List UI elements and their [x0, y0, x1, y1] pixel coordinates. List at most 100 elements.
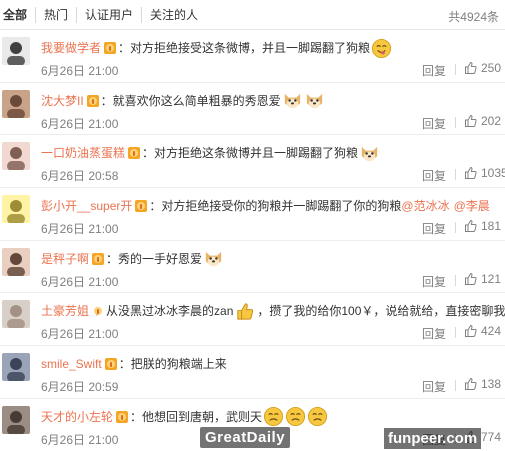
comment-timestamp: 6月26日 20:59 — [41, 380, 119, 395]
comment-line: 我要做学者 ：对方拒绝接受这条微博，并且一脚踢翻了狗粮 — [41, 38, 501, 59]
like-button[interactable]: 181 — [464, 219, 501, 233]
tab-all[interactable]: 全部 — [3, 7, 35, 23]
comment-text: ：把朕的狗粮端上来 — [118, 357, 227, 372]
reply-button[interactable]: 回复 — [422, 273, 446, 290]
total-comment-count: 共4924条 — [448, 10, 499, 24]
reply-button[interactable]: 回复 — [422, 325, 446, 342]
username-link[interactable]: 是秤子啊 — [41, 250, 89, 268]
doge-emoji — [281, 90, 303, 111]
like-button[interactable]: 202 — [464, 114, 501, 128]
vip-badge-icon — [128, 147, 141, 160]
avatar[interactable] — [2, 37, 30, 65]
divider — [455, 169, 456, 181]
frown-emoji — [284, 406, 306, 427]
like-button[interactable]: 250 — [464, 61, 501, 75]
divider — [455, 116, 456, 128]
vip-badge-icon — [116, 410, 129, 423]
doge-emoji — [202, 248, 224, 269]
vip-badge-icon — [104, 42, 117, 54]
avatar[interactable] — [2, 300, 30, 329]
vip-badge-icon — [104, 358, 117, 371]
comment-line: 沈大梦II ：就喜欢你这么简单粗暴的秀恩爱 — [41, 92, 501, 110]
comment-text: ：对方拒绝这条微博并且一脚踢翻了狗粮 — [142, 146, 359, 161]
thumbs-up-icon — [464, 324, 481, 338]
comment-text: ：对方拒绝接受你的狗粮并一脚踢翻了你的狗粮 — [149, 199, 402, 214]
divider — [455, 222, 456, 234]
thumbs-up-icon — [464, 377, 481, 391]
comment-timestamp: 6月26日 21:00 — [41, 327, 119, 342]
thumbs-up-icon — [464, 166, 481, 180]
divider — [455, 64, 456, 75]
comment-line: 天才的小左轮 ：他想回到唐朝，武则天 — [41, 406, 501, 427]
doge-emoji — [303, 90, 325, 111]
comment-item: 彭小开__super开 ：对方拒绝接受你的狗粮并一脚踢翻了你的狗粮 @范冰冰 @李晨… — [0, 188, 505, 241]
vip-badge-icon — [135, 200, 148, 213]
tab-hot[interactable]: 热门 — [35, 6, 76, 23]
comment-timestamp: 6月26日 21:00 — [41, 432, 119, 447]
tab-verified-users[interactable]: 认证用户 — [76, 6, 141, 23]
doge-emoji — [358, 143, 380, 164]
comment-text: ：他想回到唐朝，武则天 — [130, 409, 263, 424]
comment-timestamp: 6月26日 20:58 — [41, 169, 119, 184]
reply-button[interactable]: 回复 — [422, 378, 446, 395]
mention-link[interactable]: @李晨 — [454, 197, 490, 215]
avatar[interactable] — [2, 89, 30, 118]
comment-item: 我要做学者 ：对方拒绝接受这条微博，并且一脚踢翻了狗粮 6月26日 21:00 … — [0, 30, 505, 83]
like-count: 424 — [481, 324, 502, 339]
comment-item: 一口奶油蒸蛋糕 ：对方拒绝这条微博并且一脚踢翻了狗粮 6月26日 20:58 回… — [0, 135, 505, 189]
watermark-funpeer: funpeer.com — [384, 428, 482, 449]
thumbs-up-icon — [464, 219, 481, 233]
comment-line: 土豪芳姐 ：从没黑过冰冰李晨的zan ，攒了我的给你100￥，说给就给，直接密聊我 — [41, 302, 505, 320]
username-link[interactable]: 彭小开__super开 — [41, 197, 132, 215]
comment-line: 一口奶油蒸蛋糕 ：对方拒绝这条微博并且一脚踢翻了狗粮 — [41, 144, 501, 162]
comment-list: 我要做学者 ：对方拒绝接受这条微博，并且一脚踢翻了狗粮 6月26日 21:00 … — [0, 30, 505, 451]
like-button[interactable]: 424 — [464, 324, 501, 338]
comment-timestamp: 6月26日 21:00 — [41, 222, 119, 237]
username-link[interactable]: 我要做学者 — [41, 39, 101, 57]
avatar[interactable] — [2, 405, 30, 434]
username-link[interactable]: 土豪芳姐 — [41, 302, 89, 320]
reply-button[interactable]: 回复 — [422, 115, 446, 132]
like-count: 774 — [481, 429, 502, 444]
like-button[interactable]: 1035 — [464, 166, 505, 180]
reply-button[interactable]: 回复 — [422, 220, 446, 237]
comment-text: ：从没黑过冰冰李晨的zan — [94, 304, 234, 319]
comment-line: smile_Swift ：把朕的狗粮端上来 — [41, 355, 501, 373]
frown-emoji — [262, 406, 284, 427]
like-button[interactable]: 121 — [464, 272, 501, 286]
avatar[interactable] — [2, 142, 30, 171]
frown-emoji — [306, 406, 328, 427]
like-count: 202 — [481, 113, 502, 128]
comment-filter-tabs: 全部 热门 认证用户 关注的人 共4924条 — [0, 0, 505, 30]
tab-following[interactable]: 关注的人 — [141, 6, 206, 23]
reply-button[interactable]: 回复 — [422, 167, 446, 184]
reply-button[interactable]: 回复 — [422, 62, 446, 79]
thumbs-up-icon — [464, 114, 481, 128]
comment-line: 是秤子啊 ：秀的一手好恩爱 — [41, 250, 501, 268]
comment-timestamp: 6月26日 21:00 — [41, 274, 119, 289]
comment-timestamp: 6月26日 21:00 — [41, 64, 119, 78]
comment-item: smile_Swift ：把朕的狗粮端上来 6月26日 20:59 回复 138 — [0, 346, 505, 399]
like-count: 181 — [481, 219, 502, 234]
comment-text: ：对方拒绝接受这条微博，并且一脚踢翻了狗粮 — [118, 41, 371, 55]
comment-item: 是秤子啊 ：秀的一手好恩爱 6月26日 21:00 回复 121 — [0, 241, 505, 294]
watermark-greatdaily: GreatDaily — [200, 427, 291, 448]
yummy-emoji — [370, 38, 392, 59]
thumbs-up-icon — [464, 272, 481, 286]
avatar[interactable] — [2, 247, 30, 276]
comment-text: ：秀的一手好恩爱 — [106, 251, 203, 266]
avatar[interactable] — [2, 195, 30, 224]
avatar[interactable] — [2, 353, 30, 382]
like-button[interactable]: 138 — [464, 377, 501, 391]
username-link[interactable]: smile_Swift — [41, 355, 102, 373]
mention-link[interactable]: @范冰冰 — [401, 197, 449, 215]
username-link[interactable]: 一口奶油蒸蛋糕 — [41, 144, 125, 162]
divider — [455, 380, 456, 392]
thumbs-up-icon — [464, 61, 481, 75]
like-count: 1035 — [481, 166, 505, 181]
comment-item: 土豪芳姐 ：从没黑过冰冰李晨的zan ，攒了我的给你100￥，说给就给，直接密聊我… — [0, 293, 505, 347]
comment-item: 沈大梦II ：就喜欢你这么简单粗暴的秀恩爱 6月26日 21:00 回复 202 — [0, 83, 505, 136]
username-link[interactable]: 沈大梦II — [41, 92, 84, 110]
comment-text: ：就喜欢你这么简单粗暴的秀恩爱 — [100, 93, 281, 108]
username-link[interactable]: 天才的小左轮 — [41, 408, 113, 426]
